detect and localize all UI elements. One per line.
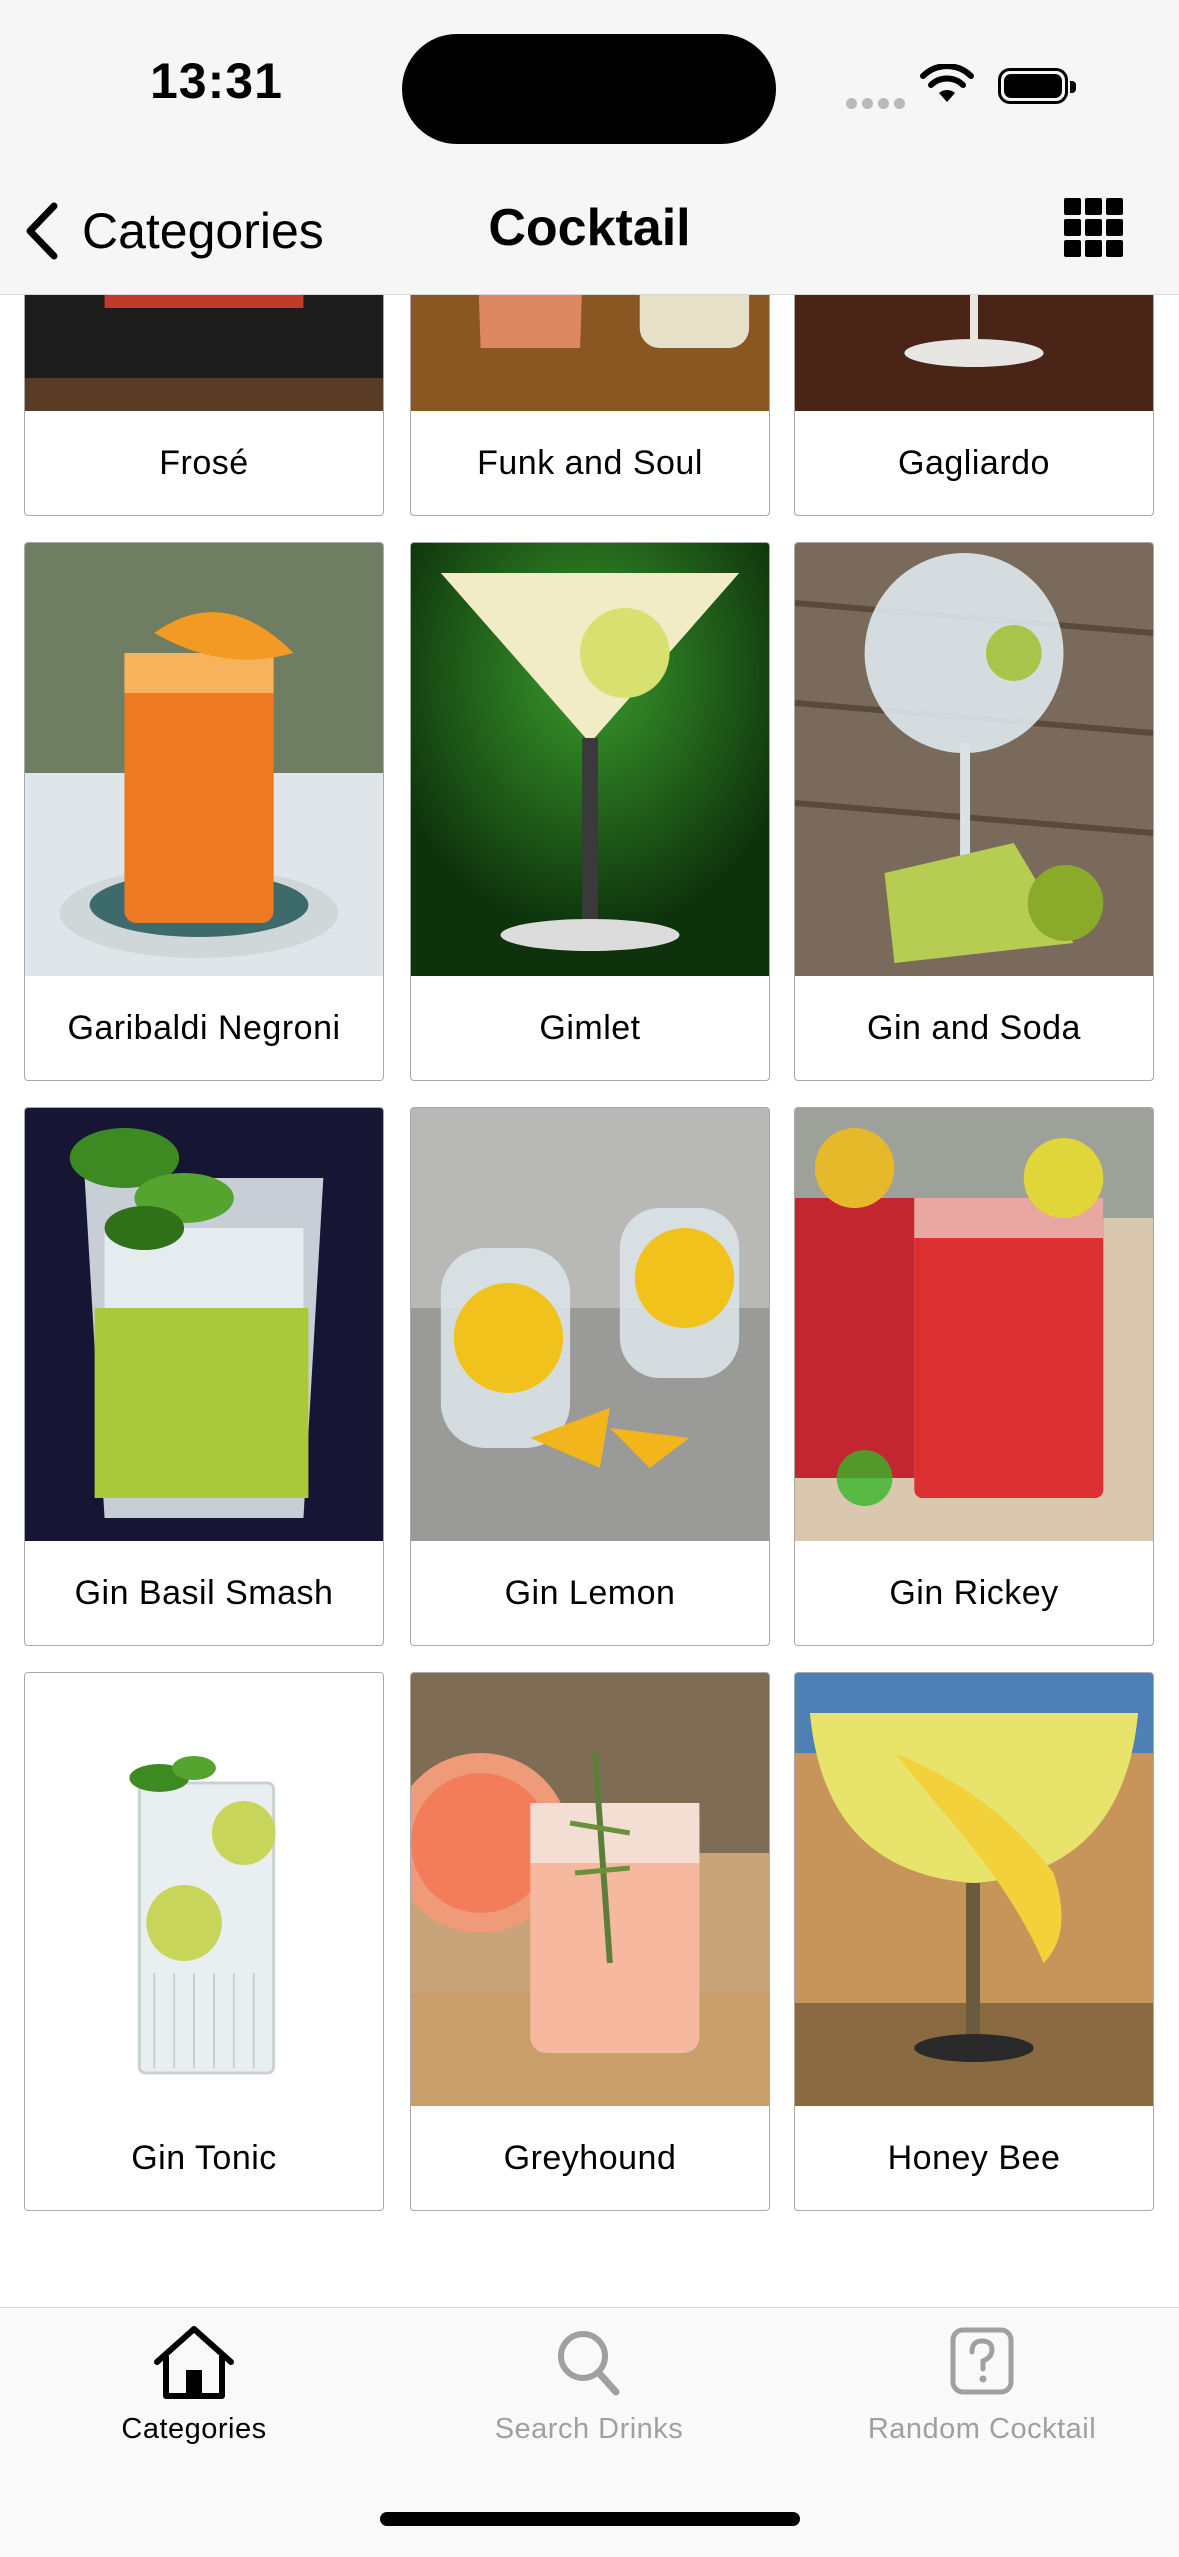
drink-card[interactable]: Gimlet: [410, 542, 770, 1081]
page-title: Cocktail: [488, 199, 691, 257]
navigation-bar: Categories Cocktail: [0, 170, 1179, 295]
drink-thumbnail: [795, 1108, 1153, 1541]
status-bar: 13:31: [0, 0, 1179, 170]
question-square-icon: [950, 2327, 1014, 2395]
drink-card[interactable]: Gin Tonic: [24, 1672, 384, 2211]
drink-thumbnail: [25, 1673, 383, 2106]
drink-name: Frosé: [159, 444, 249, 482]
cellular-signal-icon: [846, 96, 910, 114]
drink-name: Honey Bee: [887, 2139, 1061, 2177]
drink-name: Gin and Soda: [867, 1009, 1081, 1047]
drink-name: Gagliardo: [898, 444, 1050, 482]
drink-thumbnail: [411, 1108, 769, 1541]
drink-card[interactable]: Greyhound: [410, 1672, 770, 2211]
drink-name: Gimlet: [539, 1009, 641, 1047]
drink-thumbnail: [25, 295, 383, 411]
house-icon: [154, 2326, 234, 2399]
drink-name: Funk and Soul: [477, 444, 703, 482]
drink-name: Gin Lemon: [504, 1574, 676, 1612]
drink-thumbnail: [795, 543, 1153, 976]
drink-name: Greyhound: [503, 2139, 677, 2177]
magnifier-icon: [558, 2331, 620, 2396]
drink-card[interactable]: Garibaldi Negroni: [24, 542, 384, 1081]
drink-card[interactable]: Gagliardo: [794, 295, 1154, 516]
drink-thumbnail: [795, 295, 1153, 411]
drink-card[interactable]: Honey Bee: [794, 1672, 1154, 2211]
status-time: 13:31: [150, 53, 283, 109]
drink-thumbnail: [25, 543, 383, 976]
tab-search-drinks-label: Search Drinks: [494, 2413, 684, 2445]
drink-name: Gin Rickey: [889, 1574, 1059, 1612]
tab-categories[interactable]: Categories: [44, 2324, 344, 2446]
drinks-grid-scroll[interactable]: Frosé Funk and Soul Gagliardo Garibaldi Neg…: [0, 295, 1179, 2307]
tab-search-drinks[interactable]: Search Drinks: [439, 2324, 739, 2446]
drink-card[interactable]: Gin Rickey: [794, 1107, 1154, 1646]
drink-card[interactable]: Gin and Soda: [794, 542, 1154, 1081]
drink-thumbnail: [411, 543, 769, 976]
drink-card[interactable]: Gin Lemon: [410, 1107, 770, 1646]
drink-thumbnail: [25, 1108, 383, 1541]
drink-card[interactable]: Gin Basil Smash: [24, 1107, 384, 1646]
drink-card[interactable]: Funk and Soul: [410, 295, 770, 516]
drink-name: Garibaldi Negroni: [67, 1009, 341, 1047]
drink-thumbnail: [411, 295, 769, 411]
home-indicator: [380, 2512, 800, 2526]
tab-random-cocktail-label: Random Cocktail: [867, 2413, 1097, 2445]
tab-random-cocktail[interactable]: Random Cocktail: [832, 2324, 1132, 2446]
drink-thumbnail: [411, 1673, 769, 2106]
tab-categories-label: Categories: [121, 2413, 267, 2445]
drink-name: Gin Basil Smash: [74, 1574, 334, 1612]
wifi-icon: [920, 64, 974, 102]
drink-card[interactable]: Frosé: [24, 295, 384, 516]
battery-icon: [998, 68, 1076, 104]
grid-view-icon[interactable]: [1062, 196, 1126, 260]
dynamic-island: [402, 34, 776, 144]
drink-thumbnail: [795, 1673, 1153, 2106]
drink-name: Gin Tonic: [131, 2139, 277, 2177]
